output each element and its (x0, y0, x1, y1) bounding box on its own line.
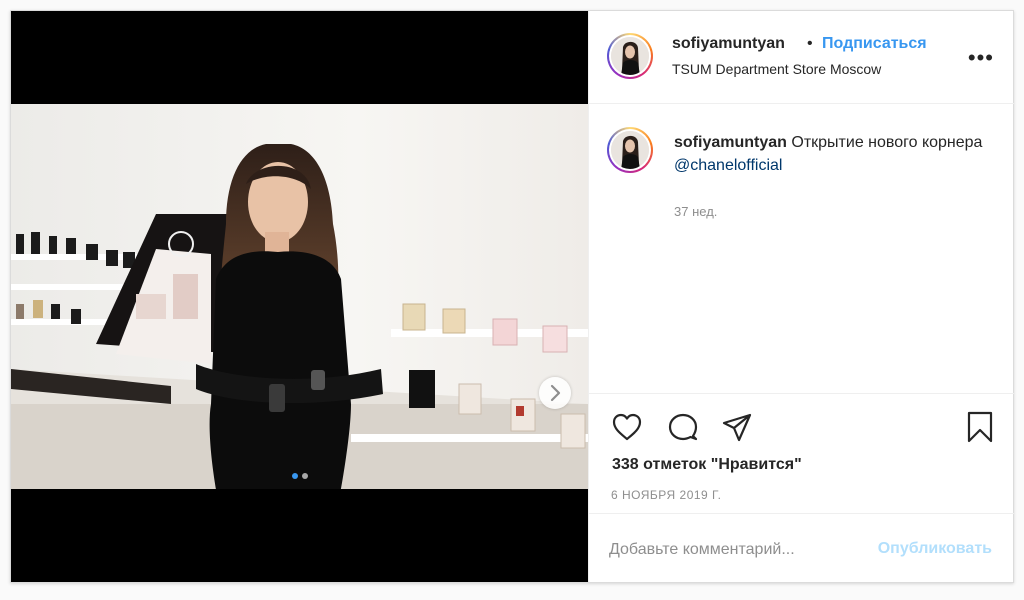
publish-comment-button[interactable]: Опубликовать (878, 540, 992, 558)
post-photo[interactable] (11, 104, 588, 489)
caption-username[interactable]: sofiyamuntyan (674, 134, 787, 151)
comment-input[interactable] (609, 538, 859, 562)
likes-count[interactable]: 338 отметок "Нравится" (612, 456, 802, 474)
post-header: sofiyamuntyan • Подписаться TSUM Departm… (589, 11, 1014, 104)
carousel-indicator (290, 466, 310, 484)
carousel-dot (302, 473, 308, 479)
share-icon[interactable] (721, 412, 753, 442)
author-avatar[interactable] (607, 33, 653, 79)
post-sidebar: sofiyamuntyan • Подписаться TSUM Departm… (588, 11, 1014, 582)
post-date[interactable]: 6 НОЯБРЯ 2019 Г. (611, 488, 721, 502)
avatar-image (611, 37, 649, 75)
post-media (11, 11, 588, 582)
comment-bar: Опубликовать (589, 513, 1014, 583)
caption-time[interactable]: 37 нед. (674, 204, 717, 219)
caption-mention[interactable]: @chanelofficial (674, 157, 782, 174)
caption-body: Открытие нового корнера (791, 134, 983, 151)
carousel-dot-active (292, 473, 298, 479)
comment-icon[interactable] (667, 412, 699, 442)
more-horizontal-icon: ••• (967, 45, 994, 70)
header-separator: • (807, 35, 813, 52)
avatar-image (611, 131, 649, 169)
heart-icon[interactable] (611, 412, 643, 442)
caption-text: sofiyamuntyan Открытие нового корнера @c… (674, 131, 984, 177)
more-options-button[interactable]: ••• (968, 45, 994, 71)
caption-avatar[interactable] (607, 127, 653, 173)
location-link[interactable]: TSUM Department Store Moscow (672, 61, 881, 77)
post-card: sofiyamuntyan • Подписаться TSUM Departm… (10, 10, 1014, 583)
follow-button[interactable]: Подписаться (822, 35, 927, 53)
carousel-next-button[interactable] (539, 377, 571, 409)
chevron-right-icon (550, 384, 561, 402)
bookmark-icon[interactable] (965, 410, 995, 444)
header-username[interactable]: sofiyamuntyan (672, 35, 785, 53)
photo-illustration (11, 104, 588, 489)
